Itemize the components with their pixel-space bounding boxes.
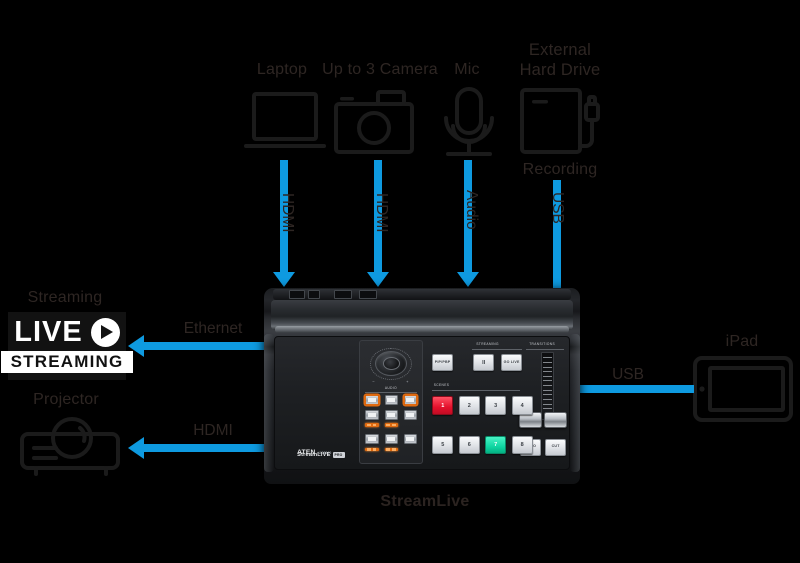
scene-button-2[interactable]: 2 — [458, 396, 480, 415]
ipad-icon — [692, 355, 794, 423]
connection-label-audio-mic: Audio — [463, 190, 480, 230]
device-product-name: StreamLIVE PRO — [297, 451, 345, 458]
connection-line-usb-ipad — [572, 385, 694, 393]
connection-label-usb-ipad: USB — [612, 366, 644, 383]
connection-label-ethernet: Ethernet — [183, 320, 243, 337]
audio-led-4 — [384, 447, 398, 452]
connection-label-usb-harddrive: USB — [549, 192, 566, 224]
device-control-face: − + AUDIO PIP/PBP STREAMING II GO LIVE T… — [274, 336, 570, 470]
scene-button-1[interactable]: 1 — [432, 396, 454, 415]
output-label-projector: Projector — [33, 391, 99, 408]
t-bar-fader-right[interactable] — [543, 412, 568, 429]
audio-button-a2[interactable] — [384, 395, 398, 406]
live-streaming-badge: LIVE STREAMING — [0, 312, 134, 380]
output-label-ipad: iPad — [725, 333, 759, 350]
audio-button-a1[interactable] — [365, 395, 379, 406]
audio-button-a9[interactable] — [403, 434, 417, 445]
scene-button-7[interactable]: 7 — [485, 436, 507, 455]
audio-button-a3[interactable] — [403, 395, 417, 406]
transition-cut-button[interactable]: CUT — [545, 438, 566, 456]
streaming-golive-button[interactable]: GO LIVE — [501, 354, 522, 372]
product-badge: PRO — [332, 451, 345, 458]
source-sublabel-recording: Recording — [522, 161, 598, 178]
audio-button-a4[interactable] — [365, 409, 379, 421]
audio-panel: − + AUDIO — [358, 340, 424, 465]
connection-label-hdmi-projector: HDMI — [193, 422, 233, 439]
live-badge-word: LIVE — [14, 316, 83, 348]
audio-led-2 — [384, 423, 398, 427]
camera-icon — [332, 86, 416, 160]
diagram-canvas: Laptop Up to 3 Camera Mic External Hard … — [0, 0, 800, 563]
product-streamlive: StreamLIVE — [297, 451, 331, 458]
connection-label-hdmi-laptop: HDMI — [279, 193, 296, 233]
live-badge-bar: STREAMING — [0, 351, 134, 373]
section-label-scenes: SCENES — [433, 383, 450, 388]
audio-button-a8[interactable] — [384, 434, 398, 445]
connection-arrow-ethernet — [128, 335, 272, 357]
source-label-camera: Up to 3 Camera — [322, 61, 438, 78]
streamlive-device: − + AUDIO PIP/PBP STREAMING II GO LIVE T… — [264, 288, 580, 484]
audio-led-1 — [365, 423, 379, 427]
connection-arrow-hdmi-projector — [128, 437, 272, 459]
scene-button-5[interactable]: 5 — [432, 436, 454, 455]
audio-button-a5[interactable] — [384, 409, 398, 421]
projector-icon — [18, 412, 124, 478]
streaming-pause-button[interactable]: II — [473, 354, 494, 372]
play-icon — [90, 317, 120, 347]
source-label-hard-drive: External Hard Drive — [519, 41, 601, 79]
section-label-audio: AUDIO — [384, 385, 397, 390]
scene-button-3[interactable]: 3 — [485, 396, 507, 415]
scene-button-8[interactable]: 8 — [511, 436, 533, 455]
audio-button-a6[interactable] — [403, 409, 417, 421]
audio-button-a7[interactable] — [365, 434, 379, 445]
output-label-streaming: Streaming — [27, 289, 103, 306]
section-label-transitions: TRANSITIONS — [529, 342, 556, 347]
microphone-icon — [438, 86, 500, 162]
laptop-icon — [242, 88, 328, 160]
pip-pbp-button[interactable]: PIP/PBP — [432, 354, 453, 372]
section-label-streaming: STREAMING — [476, 342, 499, 347]
connection-label-hdmi-camera: HDMI — [373, 193, 390, 233]
scene-button-6[interactable]: 6 — [458, 436, 480, 455]
transition-fader-track[interactable] — [540, 351, 555, 421]
audio-led-3 — [365, 447, 379, 452]
source-label-mic: Mic — [454, 61, 480, 78]
device-caption: StreamLive — [380, 493, 470, 510]
external-hard-drive-icon — [518, 84, 604, 160]
scene-button-4[interactable]: 4 — [511, 396, 533, 415]
